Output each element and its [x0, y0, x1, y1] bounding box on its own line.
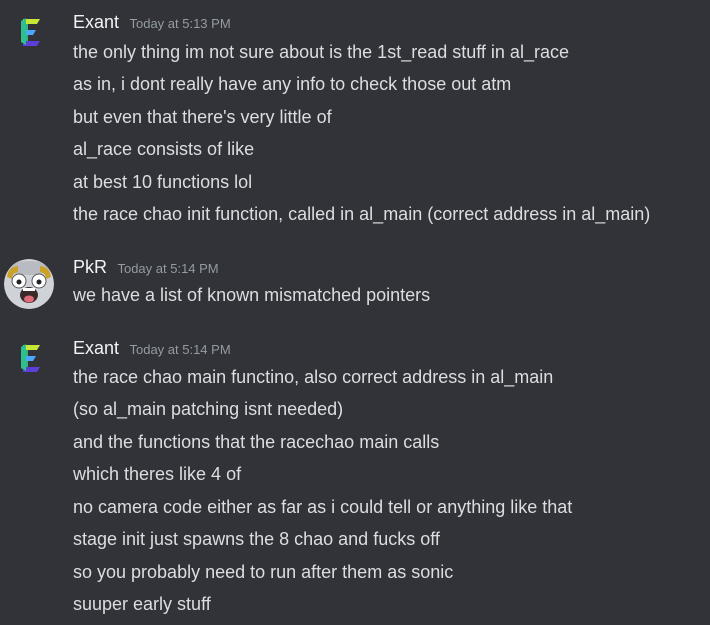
message-line: as in, i dont really have any info to ch… [73, 74, 512, 94]
message-header: Exant Today at 5:13 PM [73, 12, 231, 36]
message-line: which theres like 4 of [73, 464, 242, 484]
chao-face-avatar-icon[interactable] [4, 259, 54, 309]
username[interactable]: Exant [73, 338, 119, 358]
message-line: the only thing im not sure about is the … [73, 42, 569, 62]
message-line: but even that there's very little of [73, 107, 332, 127]
message-header: PkR Today at 5:14 PM [73, 257, 219, 281]
message-line: al_race consists of like [73, 139, 255, 159]
message-line: the race chao main functino, also correc… [73, 367, 554, 387]
message-line: no camera code either as far as i could … [73, 497, 573, 517]
exant-logo-icon[interactable] [4, 334, 54, 384]
message-header: Exant Today at 5:14 PM [73, 338, 231, 362]
username[interactable]: Exant [73, 12, 119, 32]
timestamp: Today at 5:14 PM [117, 261, 219, 276]
username[interactable]: PkR [73, 257, 107, 277]
exant-logo-icon[interactable] [4, 8, 54, 58]
message-line: at best 10 functions lol [73, 172, 253, 192]
message-line: and the functions that the racechao main… [73, 432, 440, 452]
message-line: so you probably need to run after them a… [73, 562, 454, 582]
message-line: suuper early stuff [73, 594, 211, 614]
timestamp: Today at 5:14 PM [129, 342, 231, 357]
message-line: we have a list of known mismatched point… [73, 285, 431, 305]
message-line: stage init just spawns the 8 chao and fu… [73, 529, 440, 549]
message-line: the race chao init function, called in a… [73, 204, 651, 224]
message-line: (so al_main patching isnt needed) [73, 399, 344, 419]
timestamp: Today at 5:13 PM [129, 16, 231, 31]
